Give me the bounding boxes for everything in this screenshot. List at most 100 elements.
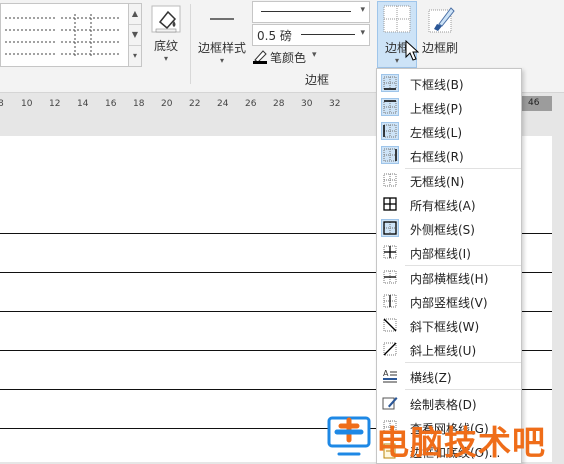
pen-color-button[interactable]: 笔颜色 ▾	[252, 47, 332, 67]
table-row-border	[0, 389, 380, 390]
paint-bucket-icon	[151, 5, 181, 33]
right-border-icon	[381, 146, 399, 164]
line-style-dropdown[interactable]: ▾	[252, 1, 370, 23]
pen-icon	[253, 50, 267, 64]
menu-item-label: 无框线(N)	[410, 175, 465, 189]
border-painter-label: 边框刷	[421, 41, 458, 55]
menu-item-label: 横线(Z)	[410, 371, 452, 385]
menu-item-top-border[interactable]: 上框线(P)	[377, 95, 521, 119]
line-weight-dropdown[interactable]: 0.5 磅 ▾	[252, 24, 370, 46]
menu-item-label: 左框线(L)	[410, 126, 463, 140]
watermark-text: 电脑技术吧	[376, 423, 546, 462]
menu-item-no-border[interactable]: 无框线(N)	[377, 168, 521, 192]
gallery-scrollbar[interactable]: ▲ ▼ ▾	[128, 3, 142, 67]
borders-menu: 下框线(B) 上框线(P) 左框线(L) 右框线(R) 无框线(N) 所有框线(…	[376, 68, 522, 464]
menu-item-label: 斜上框线(U)	[410, 344, 477, 358]
menu-item-label: 所有框线(A)	[410, 199, 476, 213]
menu-item-diagonal-down-border[interactable]: 斜下框线(W)	[377, 313, 521, 337]
shading-label: 底纹	[153, 39, 178, 53]
menu-item-label: 右框线(R)	[410, 150, 464, 164]
bottom-border-icon	[381, 74, 399, 92]
ruler-tick: 16	[105, 99, 117, 109]
table-row-border	[520, 389, 552, 390]
diagonal-up-border-icon	[382, 341, 398, 357]
chevron-down-icon: ▾	[312, 50, 317, 60]
ruler-tick: 30	[301, 99, 313, 109]
ruler-tick: 20	[161, 99, 173, 109]
menu-item-label: 下框线(B)	[410, 78, 464, 92]
table-styles-gallery[interactable]	[0, 3, 130, 67]
table-style-thumbnail[interactable]	[61, 10, 121, 60]
menu-item-inside-vertical-border[interactable]: 内部竖框线(V)	[377, 289, 521, 313]
more-icon[interactable]: ▾	[129, 46, 141, 66]
group-label: 边框	[305, 73, 330, 87]
border-painter-icon	[428, 7, 455, 33]
chevron-down-icon: ▾	[163, 54, 168, 63]
menu-item-diagonal-up-border[interactable]: 斜上框线(U)	[377, 337, 521, 361]
ruler-tick: 28	[273, 99, 285, 109]
table-style-thumbnail[interactable]	[5, 10, 57, 60]
menu-item-label: 内部框线(I)	[410, 247, 471, 261]
inside-horizontal-border-icon	[382, 269, 398, 285]
menu-item-left-border[interactable]: 左框线(L)	[377, 119, 521, 143]
inside-vertical-border-icon	[382, 293, 398, 309]
border-painter-button[interactable]: 边框刷	[418, 2, 462, 64]
border-style-icon	[210, 18, 234, 20]
menu-item-bottom-border[interactable]: 下框线(B)	[377, 71, 521, 95]
menu-item-label: 斜下框线(W)	[410, 320, 480, 334]
ruler-tick: 24	[217, 99, 229, 109]
menu-item-inside-borders[interactable]: 内部框线(I)	[377, 240, 521, 264]
menu-separator	[405, 389, 521, 390]
ruler-tick: 8	[0, 99, 4, 109]
ruler-tick: 12	[49, 99, 61, 109]
watermark-logo-icon	[327, 416, 371, 456]
menu-item-label: 外侧框线(S)	[410, 223, 475, 237]
ruler-tick: 10	[21, 99, 33, 109]
table-row-border	[0, 233, 380, 234]
scroll-down-icon[interactable]: ▼	[129, 25, 141, 46]
ruler-tick: 22	[189, 99, 201, 109]
outside-borders-icon	[381, 219, 399, 237]
border-styles-label: 边框样式	[197, 41, 246, 55]
line-weight-preview	[301, 34, 355, 35]
table-row-border	[520, 311, 552, 312]
svg-text:A: A	[383, 369, 389, 378]
menu-item-inside-horizontal-border[interactable]: 内部横框线(H)	[377, 265, 521, 289]
ruler-margin: 46	[518, 96, 552, 111]
menu-item-label: 内部竖框线(V)	[410, 296, 488, 310]
menu-item-all-borders[interactable]: 所有框线(A)	[377, 192, 521, 216]
ruler-tick: 14	[77, 99, 89, 109]
table-row-border	[0, 311, 380, 312]
ruler-tick: 26	[245, 99, 257, 109]
all-borders-icon	[382, 196, 398, 212]
chevron-down-icon: ▾	[360, 28, 365, 38]
table-row-border	[520, 272, 552, 273]
line-weight-value: 0.5 磅	[257, 29, 292, 43]
border-styles-button[interactable]: 边框样式 ▾	[196, 2, 248, 65]
scroll-up-icon[interactable]: ▲	[129, 4, 141, 25]
inside-borders-icon	[382, 244, 398, 260]
table-row-border	[520, 350, 552, 351]
chevron-down-icon: ▾	[360, 5, 365, 15]
left-border-icon	[381, 122, 399, 140]
menu-item-label: 内部横框线(H)	[410, 272, 489, 286]
chevron-down-icon: ▾	[219, 56, 224, 65]
horizontal-line-icon: A	[382, 368, 398, 384]
ruler-tick: 46	[528, 98, 540, 108]
menu-item-horizontal-line[interactable]: A 横线(Z)	[377, 364, 521, 388]
table-row-border	[0, 272, 380, 273]
diagonal-down-border-icon	[382, 317, 398, 333]
no-border-icon	[382, 172, 398, 188]
mouse-cursor-icon	[405, 40, 419, 61]
menu-item-right-border[interactable]: 右框线(R)	[377, 143, 521, 167]
watermark: 电脑技术吧	[320, 408, 564, 462]
shading-button[interactable]: 底纹 ▾	[146, 2, 186, 64]
border-grid-icon	[383, 5, 411, 33]
line-style-preview	[261, 11, 351, 12]
menu-item-outside-borders[interactable]: 外侧框线(S)	[377, 216, 521, 240]
table-row-border	[520, 233, 552, 234]
table-row-border	[0, 350, 380, 351]
ruler-tick: 32	[329, 99, 341, 109]
divider	[190, 4, 191, 84]
top-border-icon	[381, 98, 399, 116]
